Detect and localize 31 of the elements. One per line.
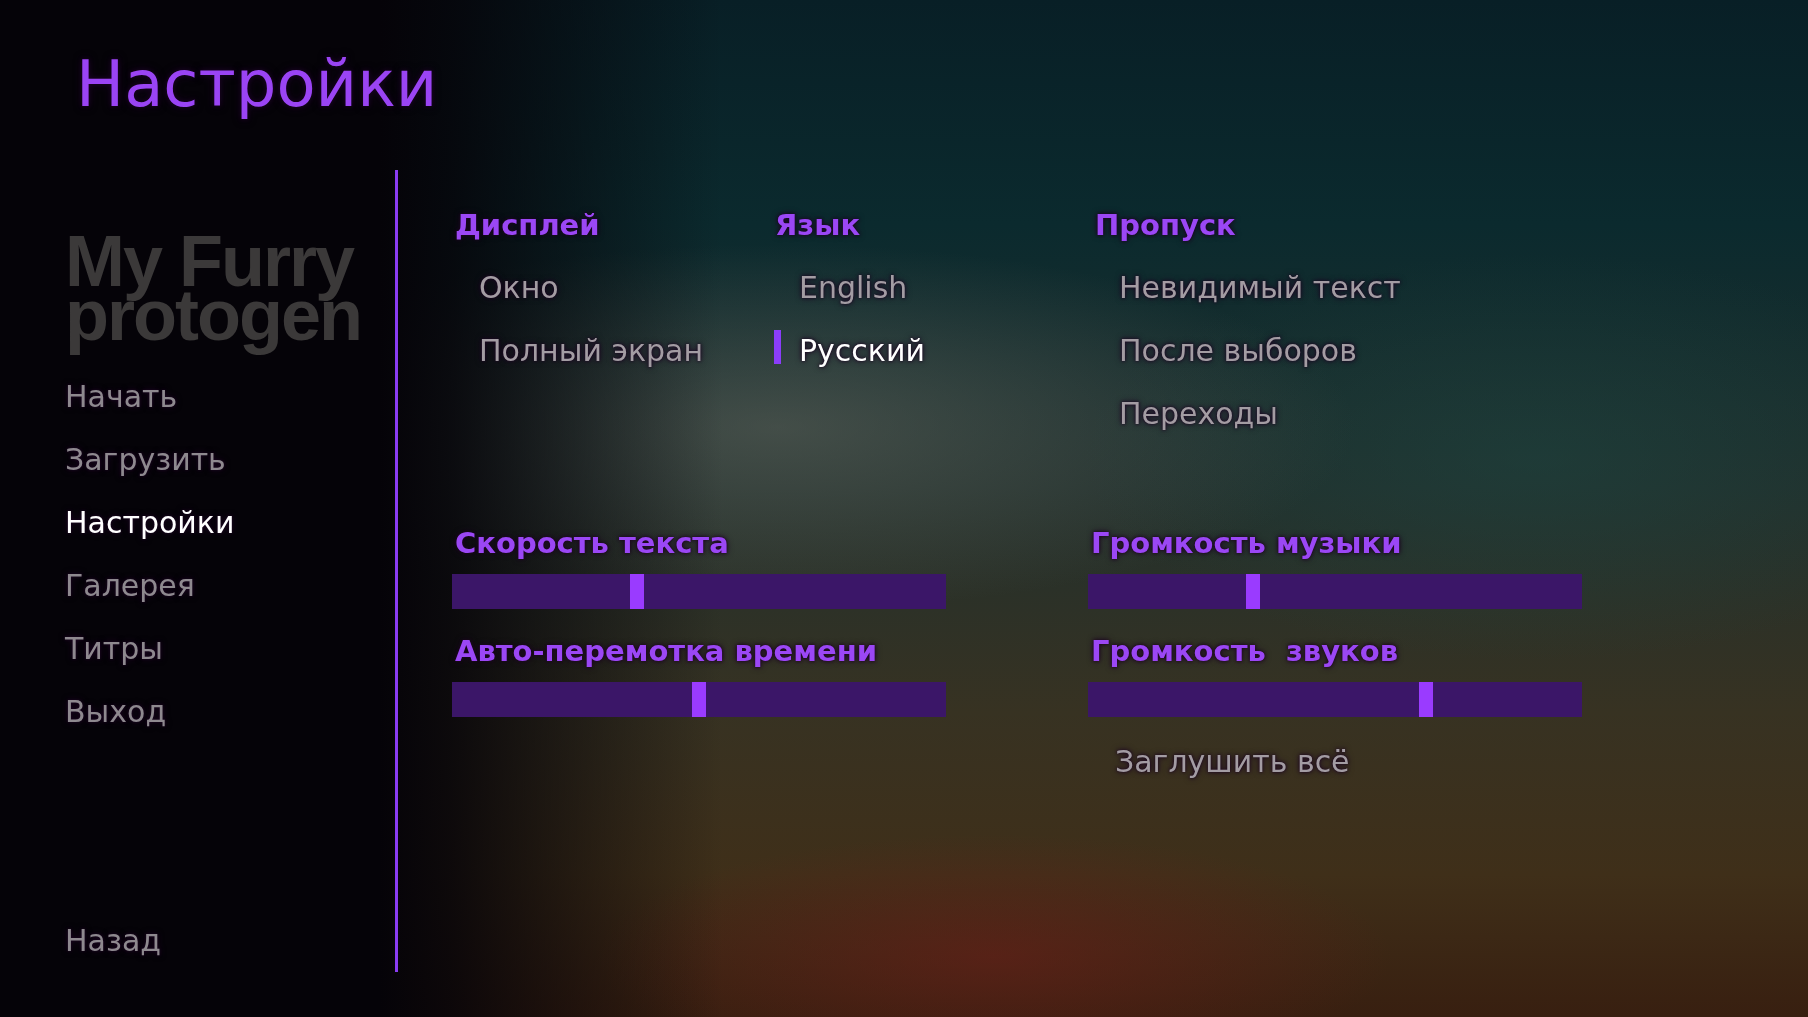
option-item[interactable]: Окно (452, 269, 559, 306)
option-item[interactable]: Полный экран (452, 332, 704, 369)
slider-thumb[interactable] (1246, 574, 1261, 609)
slider-track[interactable] (452, 682, 946, 717)
option-item[interactable]: Невидимый текст (1092, 269, 1401, 306)
slider-track[interactable] (1088, 574, 1582, 609)
slider-track[interactable] (452, 574, 946, 609)
slider-thumb[interactable] (692, 682, 706, 717)
slider-label: Авто-перемотка времени (454, 633, 877, 669)
slider-label: Громкость музыки (1090, 525, 1402, 561)
menu-item[interactable]: Титры (65, 630, 164, 667)
menu-item[interactable]: Галерея (65, 567, 195, 604)
option-item[interactable]: Русский (772, 332, 925, 369)
group-heading: Язык (774, 206, 861, 243)
option-item[interactable]: English (772, 269, 908, 306)
group-heading: Пропуск (1094, 206, 1236, 243)
slider-thumb[interactable] (629, 574, 644, 609)
menu-item[interactable]: Выход (65, 693, 167, 730)
slider-track[interactable] (1088, 682, 1582, 717)
slider-thumb[interactable] (1419, 682, 1434, 717)
group-heading: Дисплей (454, 206, 600, 243)
menu-item[interactable]: Начать (65, 378, 178, 415)
selection-bar-icon (774, 329, 781, 364)
menu-item[interactable]: Настройки (65, 504, 235, 541)
slider-label: Громкость звуков (1090, 633, 1399, 669)
option-item[interactable]: Переходы (1092, 395, 1279, 432)
slider-label: Скорость текста (454, 525, 729, 561)
mute-all-toggle[interactable]: Заглушить всё (1088, 744, 1350, 780)
option-item[interactable]: После выборов (1092, 332, 1357, 369)
back-button[interactable]: Назад (65, 922, 162, 959)
menu-item[interactable]: Загрузить (65, 441, 226, 478)
